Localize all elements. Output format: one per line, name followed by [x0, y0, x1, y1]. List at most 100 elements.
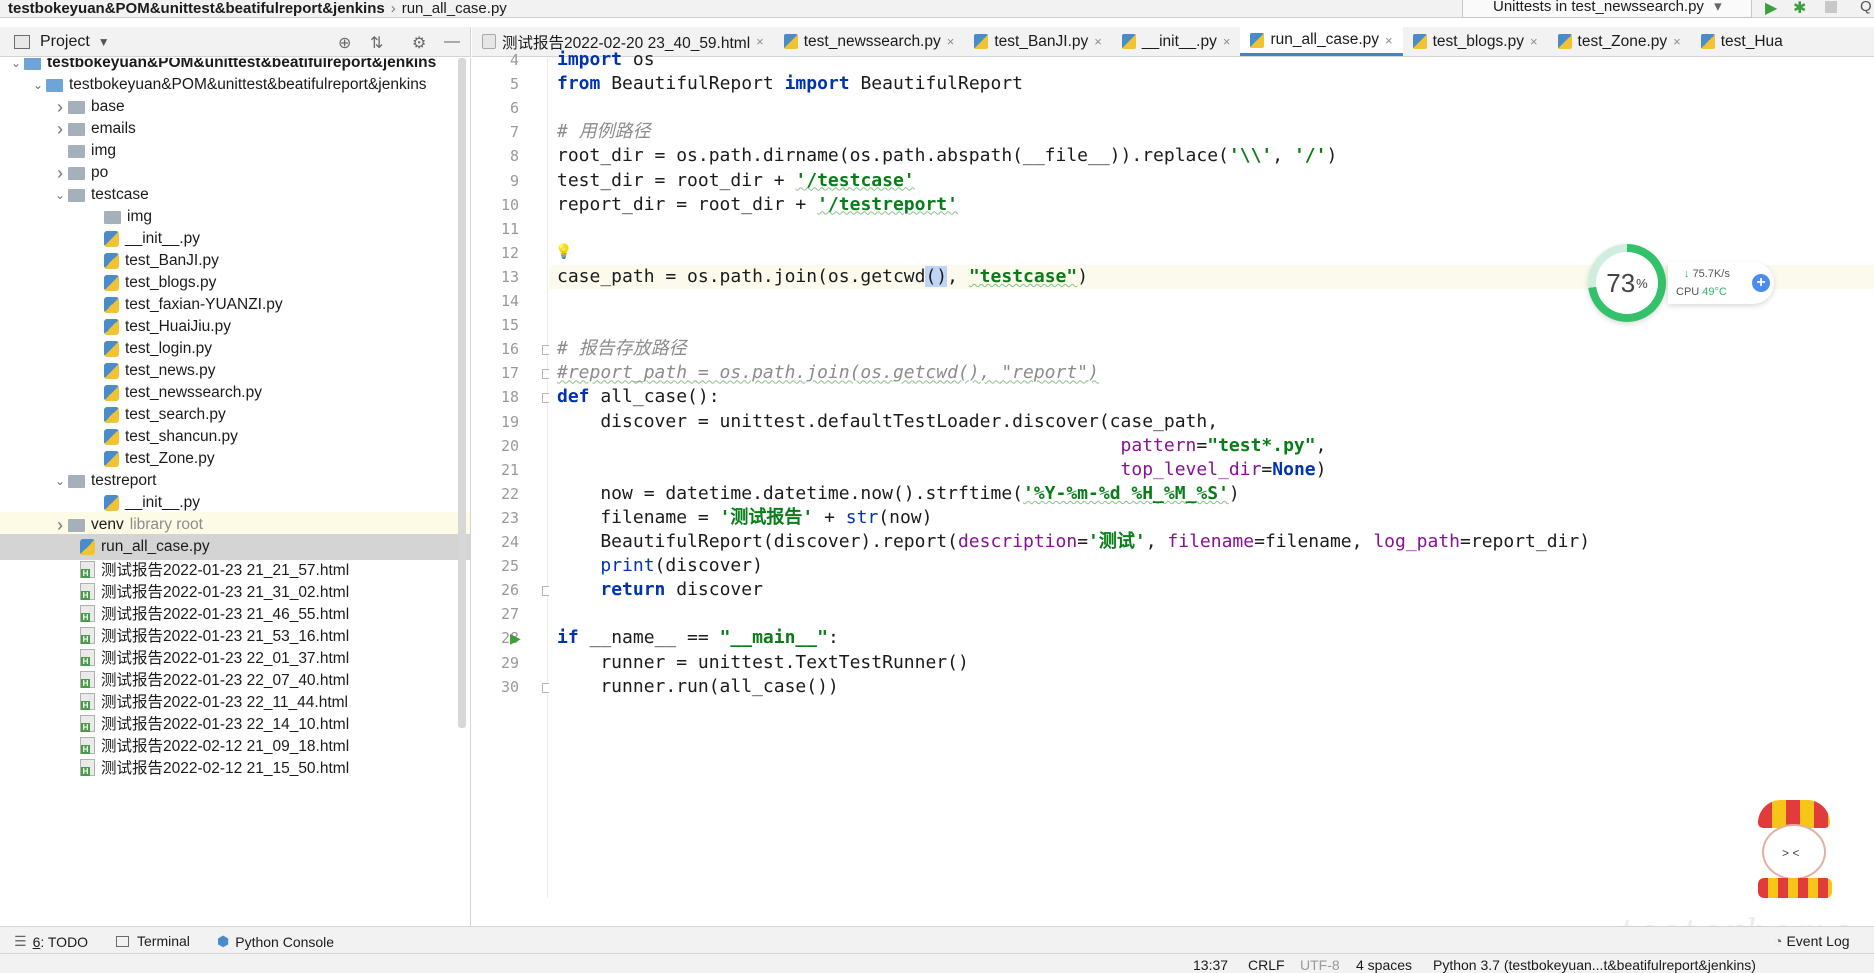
line-number[interactable]: 26	[479, 581, 519, 599]
close-icon[interactable]: ×	[756, 34, 764, 49]
python-console-tool-button[interactable]: ⬢ Python Console	[217, 933, 334, 950]
gear-icon[interactable]: ⚙	[412, 33, 426, 53]
line-number[interactable]: 25	[479, 557, 519, 575]
chevron-down-icon[interactable]: ⌄	[52, 474, 68, 488]
code-line[interactable]: # 报告存放路径	[549, 337, 1874, 361]
file-encoding[interactable]: UTF-8	[1300, 957, 1340, 973]
line-number[interactable]: 8	[479, 147, 519, 165]
code-line[interactable]: pattern="test*.py",	[549, 434, 1874, 458]
code-line[interactable]: from BeautifulReport import BeautifulRep…	[549, 72, 1874, 96]
line-number[interactable]: 29	[479, 654, 519, 672]
tree-scrollbar[interactable]	[458, 58, 466, 728]
line-number[interactable]: 10	[479, 196, 519, 214]
line-number[interactable]: 23	[479, 509, 519, 527]
code-line[interactable]	[549, 96, 1874, 120]
chevron-down-icon[interactable]: ⌄	[30, 78, 46, 92]
chevron-down-icon[interactable]: ⌄	[52, 188, 68, 202]
code-line[interactable]: print(discover)	[549, 554, 1874, 578]
line-number[interactable]: 15	[479, 316, 519, 334]
todo-tool-button[interactable]: ☰ 6: TODO	[14, 933, 88, 950]
line-number[interactable]: 22	[479, 485, 519, 503]
chevron-right-icon[interactable]: ›	[52, 515, 68, 536]
line-number[interactable]: 7	[479, 123, 519, 141]
code-line[interactable]: discover = unittest.defaultTestLoader.di…	[549, 410, 1874, 434]
tree-item-label: testreport	[91, 472, 157, 489]
line-number[interactable]: 11	[479, 220, 519, 238]
locate-file-icon[interactable]: ⊕	[338, 33, 351, 53]
close-icon[interactable]: ×	[947, 34, 955, 49]
tree-item-label: test_Zone.py	[125, 450, 215, 467]
chevron-right-icon[interactable]: ›	[52, 119, 68, 140]
run-icon[interactable]: ▶	[1765, 0, 1777, 18]
cpu-label: CPU	[1676, 286, 1700, 298]
code-line[interactable]: report_dir = root_dir + '/testreport'	[549, 193, 1874, 217]
close-icon[interactable]: ×	[1673, 34, 1681, 49]
code-line[interactable]: #report_path = os.path.join(os.getcwd(),…	[549, 361, 1874, 385]
close-icon[interactable]: ×	[1094, 34, 1102, 49]
run-gutter-icon[interactable]: ▶	[510, 630, 521, 647]
indent-setting[interactable]: 4 spaces	[1356, 957, 1412, 973]
line-number[interactable]: 4	[479, 51, 519, 69]
code-line[interactable]: def all_case():	[549, 385, 1874, 409]
python-file-icon	[104, 407, 119, 423]
chevron-down-icon[interactable]: ▼	[98, 35, 110, 49]
code-line[interactable]: filename = '测试报告' + str(now)	[549, 506, 1874, 530]
code-token: runner.run(all_case())	[557, 675, 839, 697]
code-line[interactable]: return discover	[549, 578, 1874, 602]
hide-panel-icon[interactable]: —	[444, 33, 460, 51]
line-number[interactable]: 21	[479, 461, 519, 479]
line-number[interactable]: 6	[479, 99, 519, 117]
line-number[interactable]: 12	[479, 244, 519, 262]
code-line[interactable]: BeautifulReport(discover).report(descrip…	[549, 530, 1874, 554]
breadcrumb-project[interactable]: testbokeyuan&POM&unittest&beatifulreport…	[0, 0, 385, 17]
code-line[interactable]: runner.run(all_case())	[549, 675, 1874, 699]
line-number[interactable]: 13	[479, 268, 519, 286]
line-number[interactable]: 9	[479, 172, 519, 190]
line-number[interactable]: 14	[479, 292, 519, 310]
code-line[interactable]	[549, 217, 1874, 241]
breadcrumb-file[interactable]: run_all_case.py	[402, 0, 507, 17]
cursor-position[interactable]: 13:37	[1193, 957, 1228, 973]
line-number[interactable]: 17	[479, 364, 519, 382]
search-everywhere-icon[interactable]: Q	[1860, 0, 1872, 15]
code-line[interactable]	[549, 602, 1874, 626]
close-icon[interactable]: ×	[1223, 34, 1231, 49]
close-icon[interactable]: ×	[1530, 34, 1538, 49]
code-line[interactable]: # 用例路径	[549, 120, 1874, 144]
run-configuration-select[interactable]: Unittests in test_newssearch.py ▾	[1462, 0, 1752, 18]
line-number[interactable]: 19	[479, 413, 519, 431]
terminal-tool-button[interactable]: Terminal	[116, 933, 190, 949]
code-line[interactable]: runner = unittest.TextTestRunner()	[549, 651, 1874, 675]
code-line[interactable]: test_dir = root_dir + '/testcase'	[549, 169, 1874, 193]
line-number[interactable]: 18	[479, 388, 519, 406]
code-line[interactable]: import os	[549, 48, 1874, 72]
line-number[interactable]: 30	[479, 678, 519, 696]
line-number[interactable]: 24	[479, 533, 519, 551]
collapse-all-icon[interactable]: ⇅	[370, 33, 383, 53]
line-number[interactable]: 5	[479, 75, 519, 93]
code-line[interactable]: top_level_dir=None)	[549, 458, 1874, 482]
chevron-right-icon[interactable]: ›	[52, 97, 68, 118]
python-interpreter[interactable]: Python 3.7 (testbokeyuan...t&beatifulrep…	[1433, 957, 1756, 973]
code-line[interactable]: now = datetime.datetime.now().strftime('…	[549, 482, 1874, 506]
boost-plus-icon[interactable]: +	[1752, 274, 1770, 292]
line-number[interactable]: 16	[479, 340, 519, 358]
event-log-tool-button[interactable]: ◔ Event Log	[1774, 933, 1850, 949]
line-number[interactable]: 27	[479, 605, 519, 623]
debug-icon[interactable]: ✱	[1793, 0, 1806, 18]
project-view-selector[interactable]: Project	[40, 33, 90, 51]
code-line[interactable]: if __name__ == "__main__":	[549, 626, 1874, 650]
performance-widget[interactable]: 73% ↓ 75.7K/s CPU 49°C +	[1588, 244, 1776, 322]
chevron-down-icon[interactable]: ⌄	[8, 58, 24, 70]
chevron-right-icon[interactable]: ›	[52, 163, 68, 184]
code-line[interactable]: root_dir = os.path.dirname(os.path.abspa…	[549, 144, 1874, 168]
folder-icon	[68, 122, 85, 136]
tree-item-label: po	[91, 164, 109, 181]
close-icon[interactable]: ×	[1385, 33, 1393, 48]
line-number[interactable]: 20	[479, 437, 519, 455]
stop-icon[interactable]	[1825, 1, 1837, 13]
line-separator[interactable]: CRLF	[1248, 957, 1285, 973]
tree-item[interactable]: 测试报告2022-02-12 21_15_50.html	[0, 754, 470, 780]
code-editor[interactable]: import os from BeautifulReport import Bea…	[549, 49, 1874, 898]
lightbulb-icon[interactable]: 💡	[555, 243, 572, 260]
